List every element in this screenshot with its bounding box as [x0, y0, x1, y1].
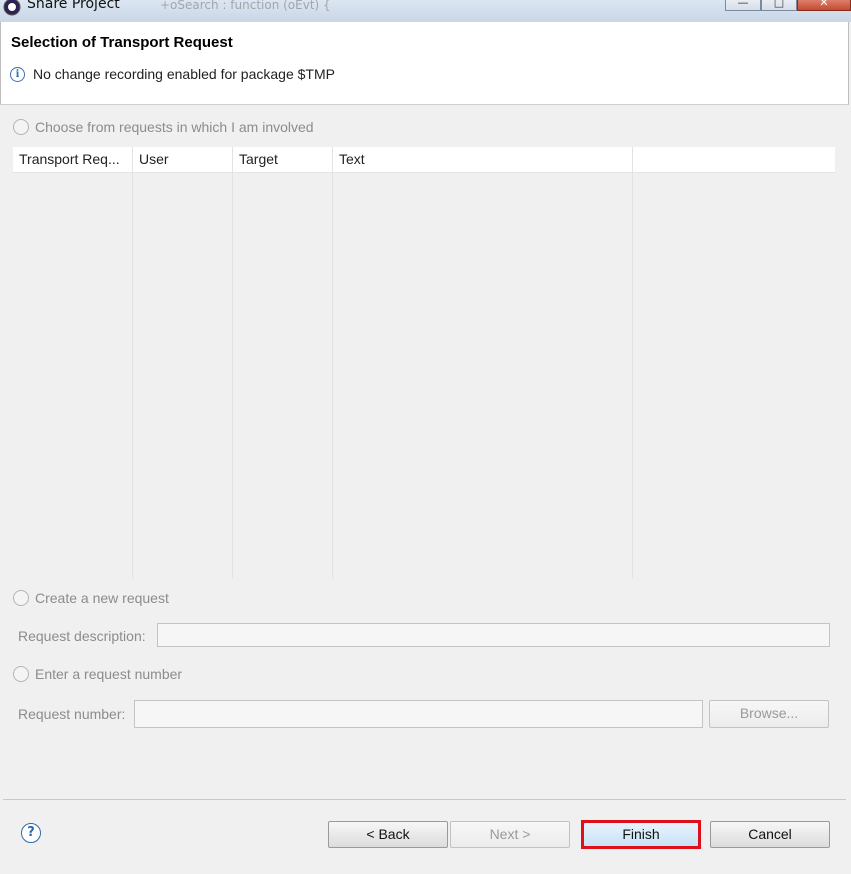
column-divider: [132, 172, 133, 579]
column-transport-request[interactable]: Transport Req...: [13, 147, 133, 172]
request-description-label: Request description:: [18, 628, 146, 644]
table-header: Transport Req... User Target Text: [13, 147, 835, 173]
column-divider: [632, 172, 633, 579]
minimize-icon[interactable]: —: [725, 0, 761, 11]
column-user[interactable]: User: [133, 147, 233, 172]
close-icon[interactable]: ✕: [797, 0, 851, 11]
column-filler: [633, 147, 835, 172]
enter-request-radio[interactable]: [13, 666, 29, 682]
window-titlebar: Share Project +oSearch : function (oEvt)…: [0, 0, 851, 22]
wizard-message: No change recording enabled for package …: [33, 66, 335, 82]
request-number-label: Request number:: [18, 706, 126, 722]
finish-highlight: [581, 820, 701, 849]
create-request-radio[interactable]: [13, 590, 29, 606]
create-request-option[interactable]: Create a new request: [13, 590, 169, 606]
background-editor-text: +oSearch : function (oEvt) {: [160, 0, 331, 12]
request-number-field[interactable]: [134, 700, 703, 728]
column-target[interactable]: Target: [233, 147, 333, 172]
cancel-button[interactable]: Cancel: [710, 821, 830, 848]
back-button[interactable]: < Back: [328, 821, 448, 848]
column-divider: [232, 172, 233, 579]
wizard-title: Selection of Transport Request: [11, 34, 233, 51]
eclipse-icon: [3, 0, 21, 16]
window-controls: — □ ✕: [725, 0, 851, 11]
request-description-field[interactable]: [157, 623, 830, 647]
window-title: Share Project: [27, 0, 120, 12]
browse-button[interactable]: Browse...: [709, 700, 829, 728]
wizard-body: Choose from requests in which I am invol…: [3, 105, 846, 798]
next-button[interactable]: Next >: [450, 821, 570, 848]
enter-request-label: Enter a request number: [35, 666, 183, 682]
column-text[interactable]: Text: [333, 147, 633, 172]
maximize-icon[interactable]: □: [761, 0, 797, 11]
choose-request-option[interactable]: Choose from requests in which I am invol…: [13, 119, 314, 135]
column-divider: [332, 172, 333, 579]
wizard-header: Selection of Transport Request i No chan…: [0, 22, 849, 105]
wizard-footer: ? < Back Next > Finish Cancel: [3, 799, 846, 874]
create-request-label: Create a new request: [35, 590, 169, 606]
info-icon: i: [10, 67, 25, 82]
enter-request-option[interactable]: Enter a request number: [13, 666, 182, 682]
choose-request-radio[interactable]: [13, 119, 29, 135]
transport-request-table[interactable]: Transport Req... User Target Text: [13, 147, 835, 579]
help-icon[interactable]: ?: [21, 823, 41, 843]
choose-request-label: Choose from requests in which I am invol…: [35, 119, 314, 135]
